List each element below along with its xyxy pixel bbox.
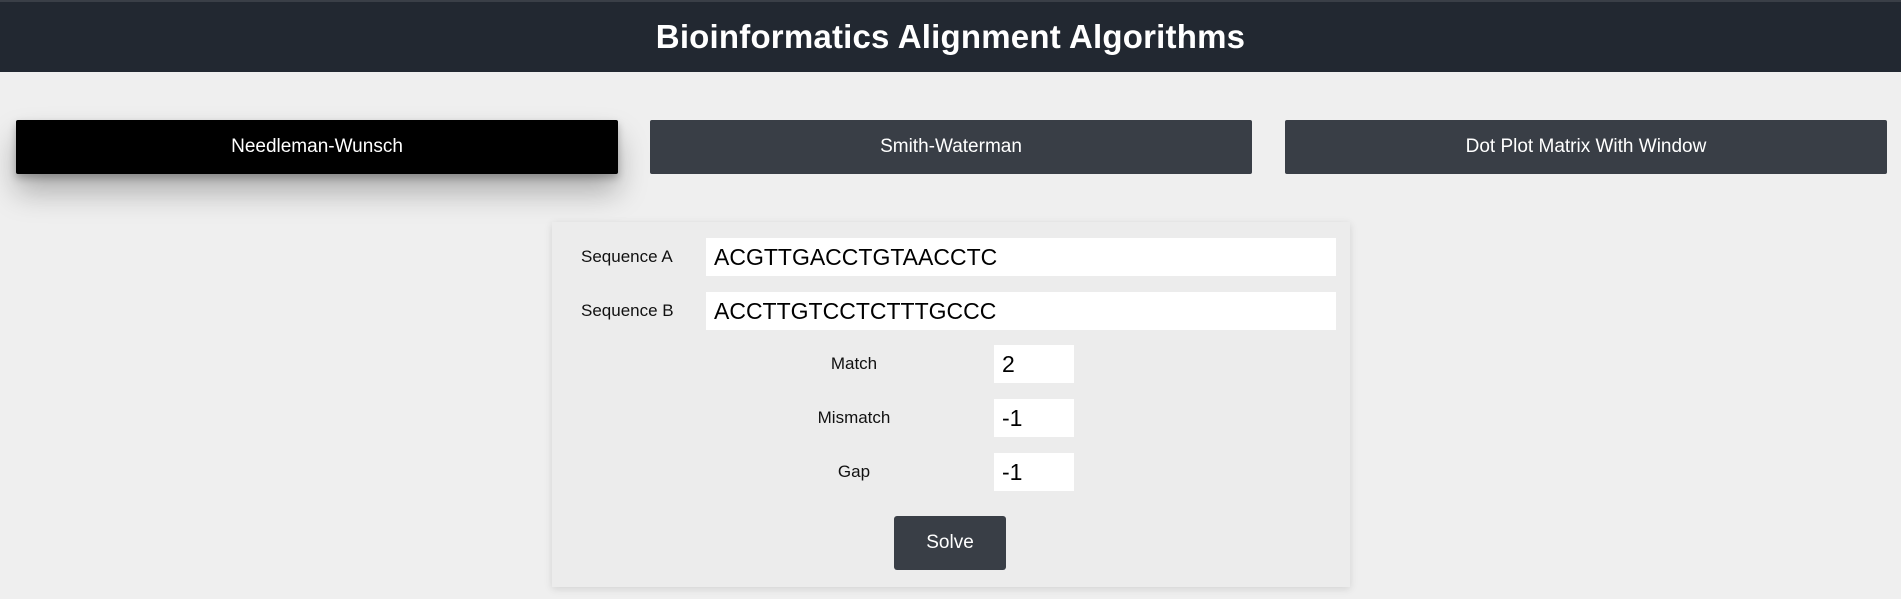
page-title: Bioinformatics Alignment Algorithms xyxy=(655,18,1246,55)
mismatch-input[interactable] xyxy=(994,399,1074,437)
sequence-b-row: Sequence B xyxy=(552,291,1350,331)
tab-needleman-wunsch[interactable]: Needleman-Wunsch xyxy=(16,120,618,174)
sequence-a-input[interactable] xyxy=(706,238,1336,276)
sequence-a-row: Sequence A xyxy=(552,237,1350,277)
mismatch-row: Mismatch xyxy=(552,398,1350,438)
sequence-b-label: Sequence B xyxy=(581,301,674,320)
mismatch-label: Mismatch xyxy=(817,408,891,427)
sequence-b-input[interactable] xyxy=(706,292,1336,330)
gap-input[interactable] xyxy=(994,453,1074,491)
algorithm-tabs: Needleman-Wunsch Smith-Waterman Dot Plot… xyxy=(16,120,1888,174)
solve-button[interactable]: Solve xyxy=(894,516,1006,570)
tab-smith-waterman[interactable]: Smith-Waterman xyxy=(650,120,1252,174)
app-header: Bioinformatics Alignment Algorithms xyxy=(0,0,1901,72)
gap-row: Gap xyxy=(552,452,1350,492)
alignment-form-panel: Sequence A Sequence B Match Mismatch Gap… xyxy=(552,222,1350,587)
match-input[interactable] xyxy=(994,345,1074,383)
match-label: Match xyxy=(830,354,878,373)
sequence-a-label: Sequence A xyxy=(581,247,673,266)
gap-label: Gap xyxy=(837,462,871,481)
tab-dot-plot-matrix[interactable]: Dot Plot Matrix With Window xyxy=(1285,120,1887,174)
match-row: Match xyxy=(552,344,1350,384)
